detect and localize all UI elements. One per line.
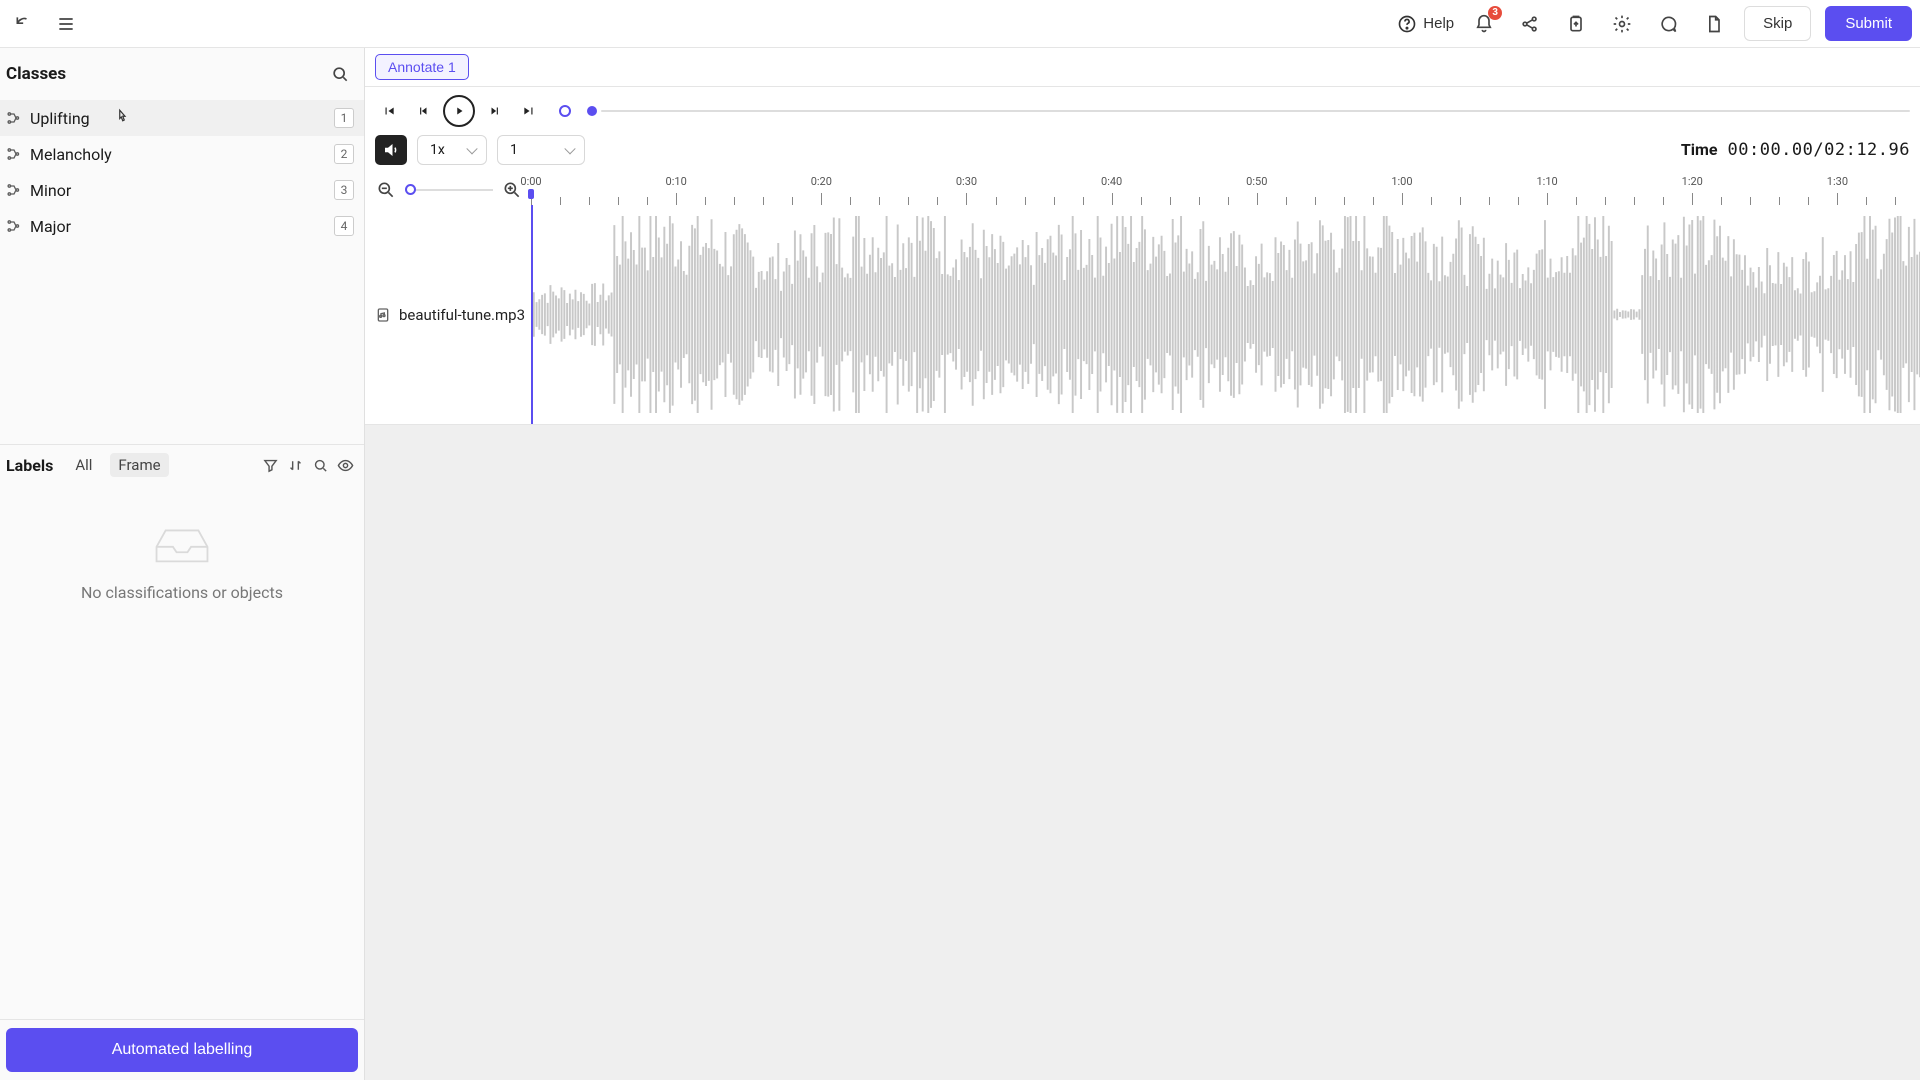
timeline-ruler[interactable]: 0:000:100:200:300:400:501:001:101:201:30 <box>531 175 1910 205</box>
labels-empty: No classifications or objects <box>0 485 364 969</box>
class-row[interactable]: Melancholy 2 <box>0 136 364 172</box>
tick-label: 0:10 <box>666 175 687 188</box>
class-row[interactable]: Major 4 <box>0 208 364 244</box>
tab-frame[interactable]: Frame <box>110 453 168 477</box>
skip-start-icon[interactable] <box>375 97 403 125</box>
waveform-area: beautiful-tune.mp3 <box>365 205 1920 425</box>
help-button[interactable]: Help <box>1397 14 1454 34</box>
class-icon <box>6 218 22 234</box>
tick-label: 0:40 <box>1101 175 1122 188</box>
automated-labelling-button[interactable]: Automated labelling <box>6 1028 358 1072</box>
labels-header: Labels All Frame <box>0 444 364 485</box>
topbar: Help 3 Skip Submit <box>0 0 1920 48</box>
zoom-slider[interactable] <box>405 189 493 191</box>
volume-icon[interactable] <box>375 135 407 165</box>
play-icon[interactable] <box>443 95 475 127</box>
help-label: Help <box>1423 15 1454 32</box>
class-name: Uplifting <box>30 109 334 128</box>
tick-label: 1:20 <box>1682 175 1703 188</box>
audio-file-icon <box>375 307 391 323</box>
tick-label: 0:00 <box>520 175 541 188</box>
class-icon <box>6 146 22 162</box>
zoom-row: 0:00 0:10 0:20 0:30 0:40 0:50 1:00 1:10 1:20 1:30 <box>365 173 1920 205</box>
share-icon[interactable] <box>1514 8 1546 40</box>
seek-bar[interactable] <box>589 106 1910 116</box>
tick-label: 0:30 <box>956 175 977 188</box>
empty-inbox-icon <box>152 525 212 565</box>
settings-icon[interactable] <box>1606 8 1638 40</box>
document-icon[interactable] <box>1698 8 1730 40</box>
zoom-out-icon[interactable] <box>375 179 397 201</box>
menu-icon[interactable] <box>50 8 82 40</box>
notifications-icon[interactable]: 3 <box>1468 8 1500 40</box>
labels-empty-text: No classifications or objects <box>81 583 283 602</box>
class-name: Minor <box>30 181 334 200</box>
tick-label: 1:30 <box>1827 175 1848 188</box>
prev-icon[interactable] <box>409 97 437 125</box>
sort-icon[interactable] <box>287 457 304 474</box>
time-value: 00:00.00/02:12.96 <box>1728 140 1911 160</box>
notification-badge: 3 <box>1488 6 1502 20</box>
labels-title: Labels <box>6 456 53 475</box>
class-hotkey: 1 <box>334 108 354 128</box>
channel-select[interactable]: 1 <box>497 135 585 165</box>
lower-empty-area <box>365 425 1920 1080</box>
tick-label: 0:20 <box>811 175 832 188</box>
next-icon[interactable] <box>481 97 509 125</box>
visibility-icon[interactable] <box>337 457 354 474</box>
comment-icon[interactable] <box>1652 8 1684 40</box>
class-hotkey: 4 <box>334 216 354 236</box>
tick-label: 1:10 <box>1536 175 1557 188</box>
clipboard-icon[interactable] <box>1560 8 1592 40</box>
sidebar: Classes Uplifting 1 Melancholy 2 Minor 3… <box>0 48 365 1080</box>
classes-title: Classes <box>6 64 66 84</box>
tick-label: 1:00 <box>1391 175 1412 188</box>
search-labels-icon[interactable] <box>312 457 329 474</box>
skip-end-icon[interactable] <box>515 97 543 125</box>
time-label: Time <box>1681 140 1718 159</box>
class-icon <box>6 110 22 126</box>
speed-select[interactable]: 1x <box>417 135 487 165</box>
class-row[interactable]: Uplifting 1 <box>0 100 364 136</box>
class-row[interactable]: Minor 3 <box>0 172 364 208</box>
class-name: Melancholy <box>30 145 334 164</box>
main: Annotate 1 1x 1 <box>365 48 1920 1080</box>
controls-row: 1x 1 Time 00:00.00/02:12.96 <box>365 131 1920 173</box>
waveform[interactable] <box>531 205 1920 424</box>
back-icon[interactable] <box>8 8 40 40</box>
class-icon <box>6 182 22 198</box>
class-hotkey: 2 <box>334 144 354 164</box>
annotate-tab[interactable]: Annotate 1 <box>375 54 469 80</box>
submit-button[interactable]: Submit <box>1825 6 1912 41</box>
tick-label: 0:50 <box>1246 175 1267 188</box>
search-classes-icon[interactable] <box>324 58 356 90</box>
track-filename: beautiful-tune.mp3 <box>399 306 525 324</box>
class-hotkey: 3 <box>334 180 354 200</box>
skip-button[interactable]: Skip <box>1744 6 1811 41</box>
tab-all[interactable]: All <box>67 453 100 477</box>
class-list: Uplifting 1 Melancholy 2 Minor 3 Major 4 <box>0 100 364 244</box>
filter-icon[interactable] <box>262 457 279 474</box>
transport-bar <box>365 87 1920 131</box>
class-name: Major <box>30 217 334 236</box>
loop-indicator-icon[interactable] <box>559 105 571 117</box>
track-label: beautiful-tune.mp3 <box>365 205 531 424</box>
